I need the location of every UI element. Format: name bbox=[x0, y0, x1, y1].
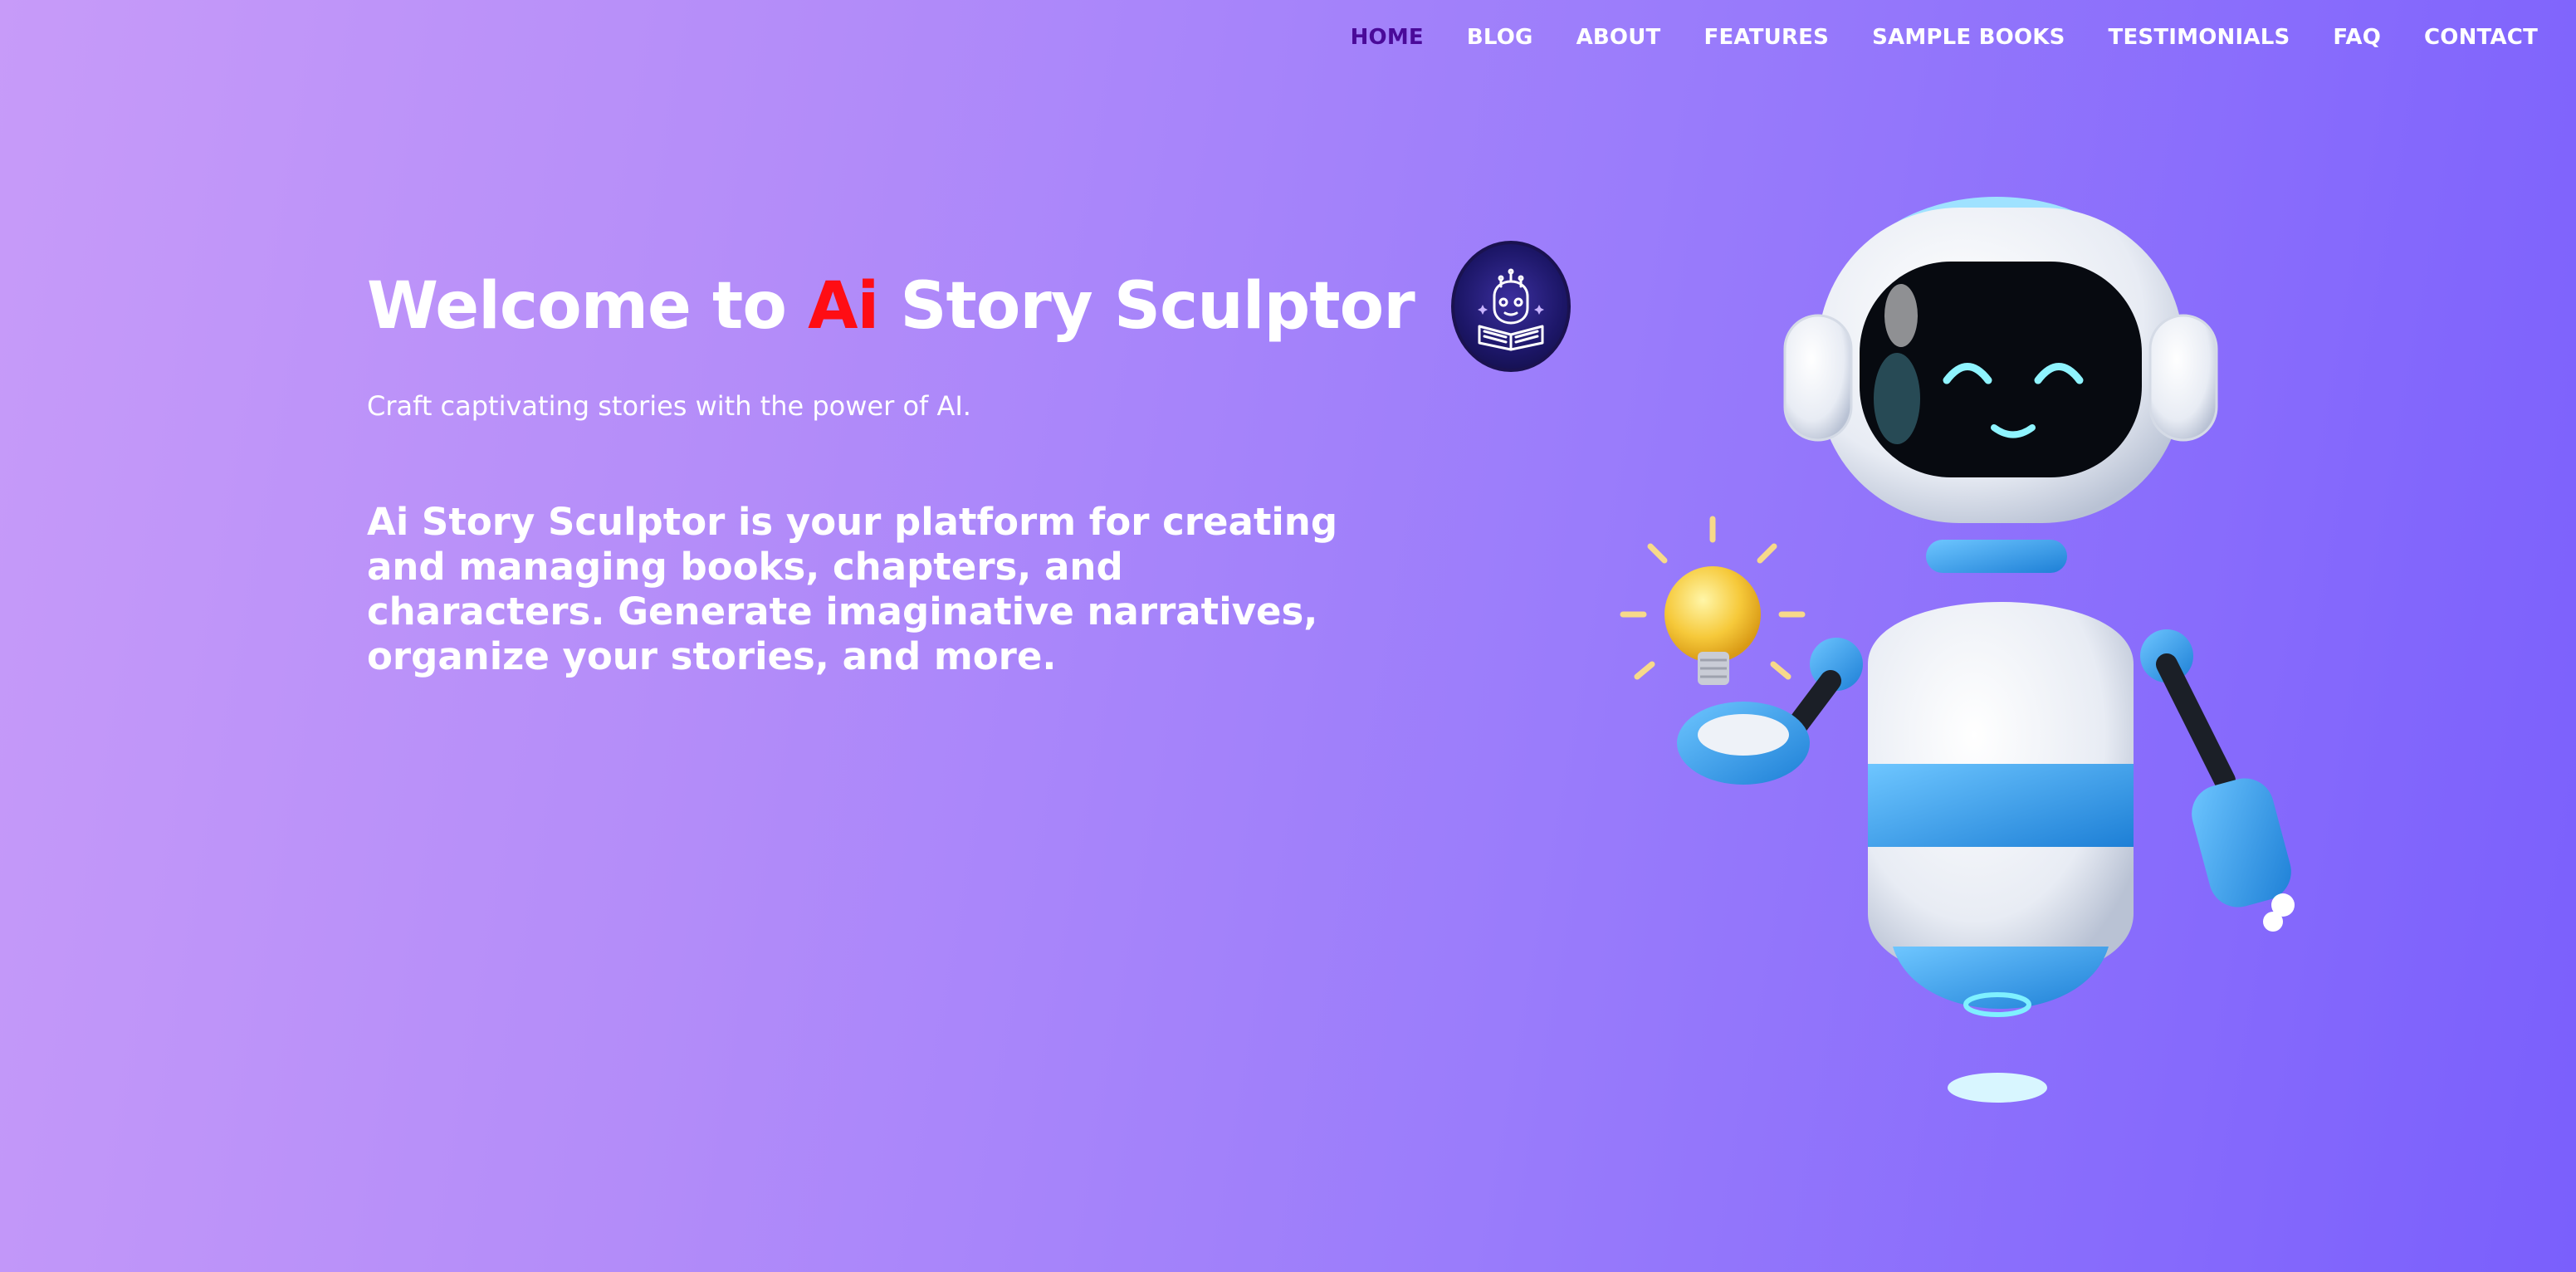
nav-faq[interactable]: FAQ bbox=[2311, 25, 2402, 50]
title-highlight: Ai bbox=[808, 269, 879, 344]
main-nav: HOME BLOG ABOUT FEATURES SAMPLE BOOKS TE… bbox=[1329, 25, 2559, 50]
page-title: Welcome to Ai Story Sculptor bbox=[367, 269, 1415, 344]
nav-about[interactable]: ABOUT bbox=[1555, 25, 1683, 50]
hero-section: Welcome to Ai Story Sculptor Craft capti… bbox=[367, 241, 1571, 679]
title-row: Welcome to Ai Story Sculptor bbox=[367, 241, 1571, 372]
robot-holding-lightbulb-icon bbox=[1619, 149, 2349, 1113]
nav-blog[interactable]: BLOG bbox=[1445, 25, 1555, 50]
nav-contact[interactable]: CONTACT bbox=[2402, 25, 2559, 50]
nav-home[interactable]: HOME bbox=[1329, 25, 1445, 50]
hero-description: Ai Story Sculptor is your platform for c… bbox=[367, 500, 1338, 678]
nav-features[interactable]: FEATURES bbox=[1682, 25, 1850, 50]
title-before: Welcome to bbox=[367, 269, 809, 344]
nav-testimonials[interactable]: TESTIMONIALS bbox=[2087, 25, 2312, 50]
tagline: Craft captivating stories with the power… bbox=[367, 390, 971, 422]
title-after: Story Sculptor bbox=[878, 269, 1415, 344]
robot-reading-book-logo-icon bbox=[1450, 241, 1571, 372]
nav-sample-books[interactable]: SAMPLE BOOKS bbox=[1850, 25, 2086, 50]
